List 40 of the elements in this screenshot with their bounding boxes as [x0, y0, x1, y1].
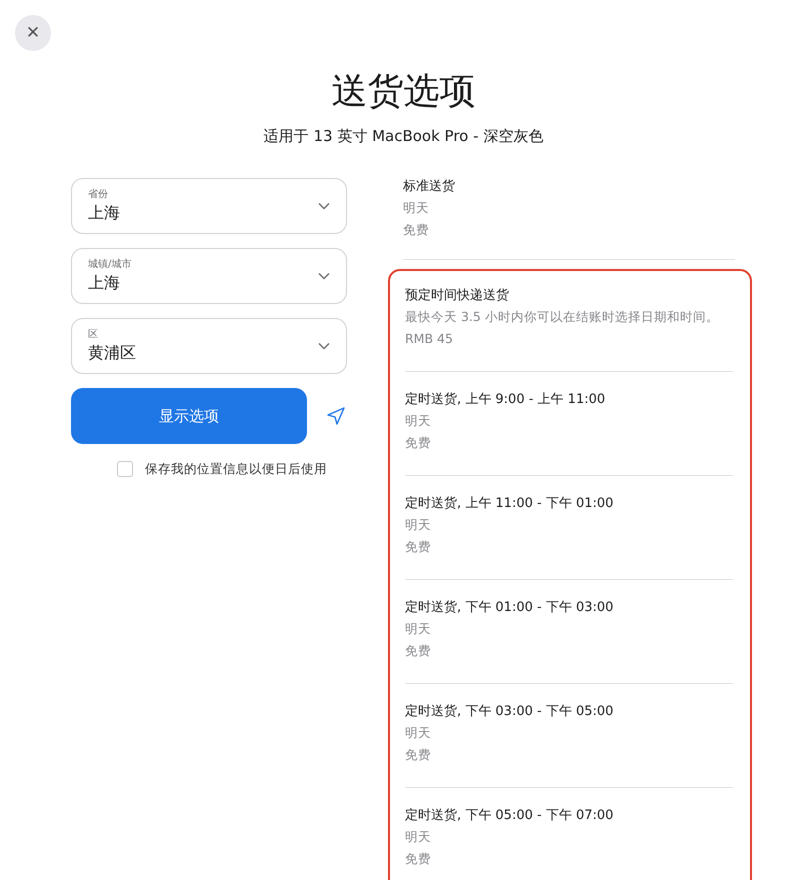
checkbox[interactable] [117, 461, 133, 478]
checkbox-label: 保存我的位置信息以便日后使用 [145, 460, 327, 478]
field-label: 区 [88, 329, 98, 340]
field-value: 黄浦区 [88, 343, 136, 362]
chevron-down-icon [318, 202, 330, 210]
option-detail: 明天 [405, 517, 431, 532]
option-detail: RMB 45 [405, 331, 453, 346]
option-name: 定时送货, 下午 03:00 - 下午 05:00 [405, 704, 614, 719]
field-label: 省份 [88, 189, 108, 200]
option-detail: 明天 [405, 725, 431, 740]
option-detail: 明天 [405, 829, 431, 844]
close-button[interactable]: ✕ [15, 15, 51, 51]
location-arrow-icon[interactable] [327, 407, 345, 425]
option-name: 定时送货, 下午 05:00 - 下午 07:00 [405, 808, 614, 823]
page-title: 送货选项 [332, 70, 476, 114]
option-detail: 免费 [405, 539, 431, 554]
field-value: 上海 [88, 273, 120, 292]
option-name: 标准送货 [403, 179, 455, 194]
select-field[interactable]: 区 黄浦区 [71, 318, 347, 374]
option-name: 定时送货, 上午 11:00 - 下午 01:00 [405, 496, 614, 511]
option-detail: 免费 [405, 747, 431, 762]
field-label: 城镇/城市 [88, 259, 132, 270]
option-name: 预定时间快递送货 [405, 288, 509, 303]
option-detail: 最快今天 3.5 小时内你可以在结账时选择日期和时间。 [405, 309, 719, 324]
chevron-down-icon [318, 342, 330, 350]
option-name: 定时送货, 下午 01:00 - 下午 03:00 [405, 600, 614, 615]
show-options-button[interactable]: 显示选项 [71, 388, 307, 444]
field-value: 上海 [88, 203, 120, 222]
option-detail: 明天 [405, 621, 431, 636]
select-field[interactable]: 省份 上海 [71, 178, 347, 234]
select-field[interactable]: 城镇/城市 上海 [71, 248, 347, 304]
option-detail: 免费 [405, 643, 431, 658]
subtitle: 适用于 13 英寸 MacBook Pro - 深空灰色 [264, 126, 544, 146]
option-detail: 免费 [405, 851, 431, 866]
option-name: 定时送货, 上午 9:00 - 上午 11:00 [405, 392, 606, 407]
option-detail: 免费 [403, 222, 429, 237]
option-detail: 明天 [403, 200, 429, 215]
option-detail: 免费 [405, 435, 431, 450]
option-detail: 明天 [405, 413, 431, 428]
chevron-down-icon [318, 272, 330, 280]
